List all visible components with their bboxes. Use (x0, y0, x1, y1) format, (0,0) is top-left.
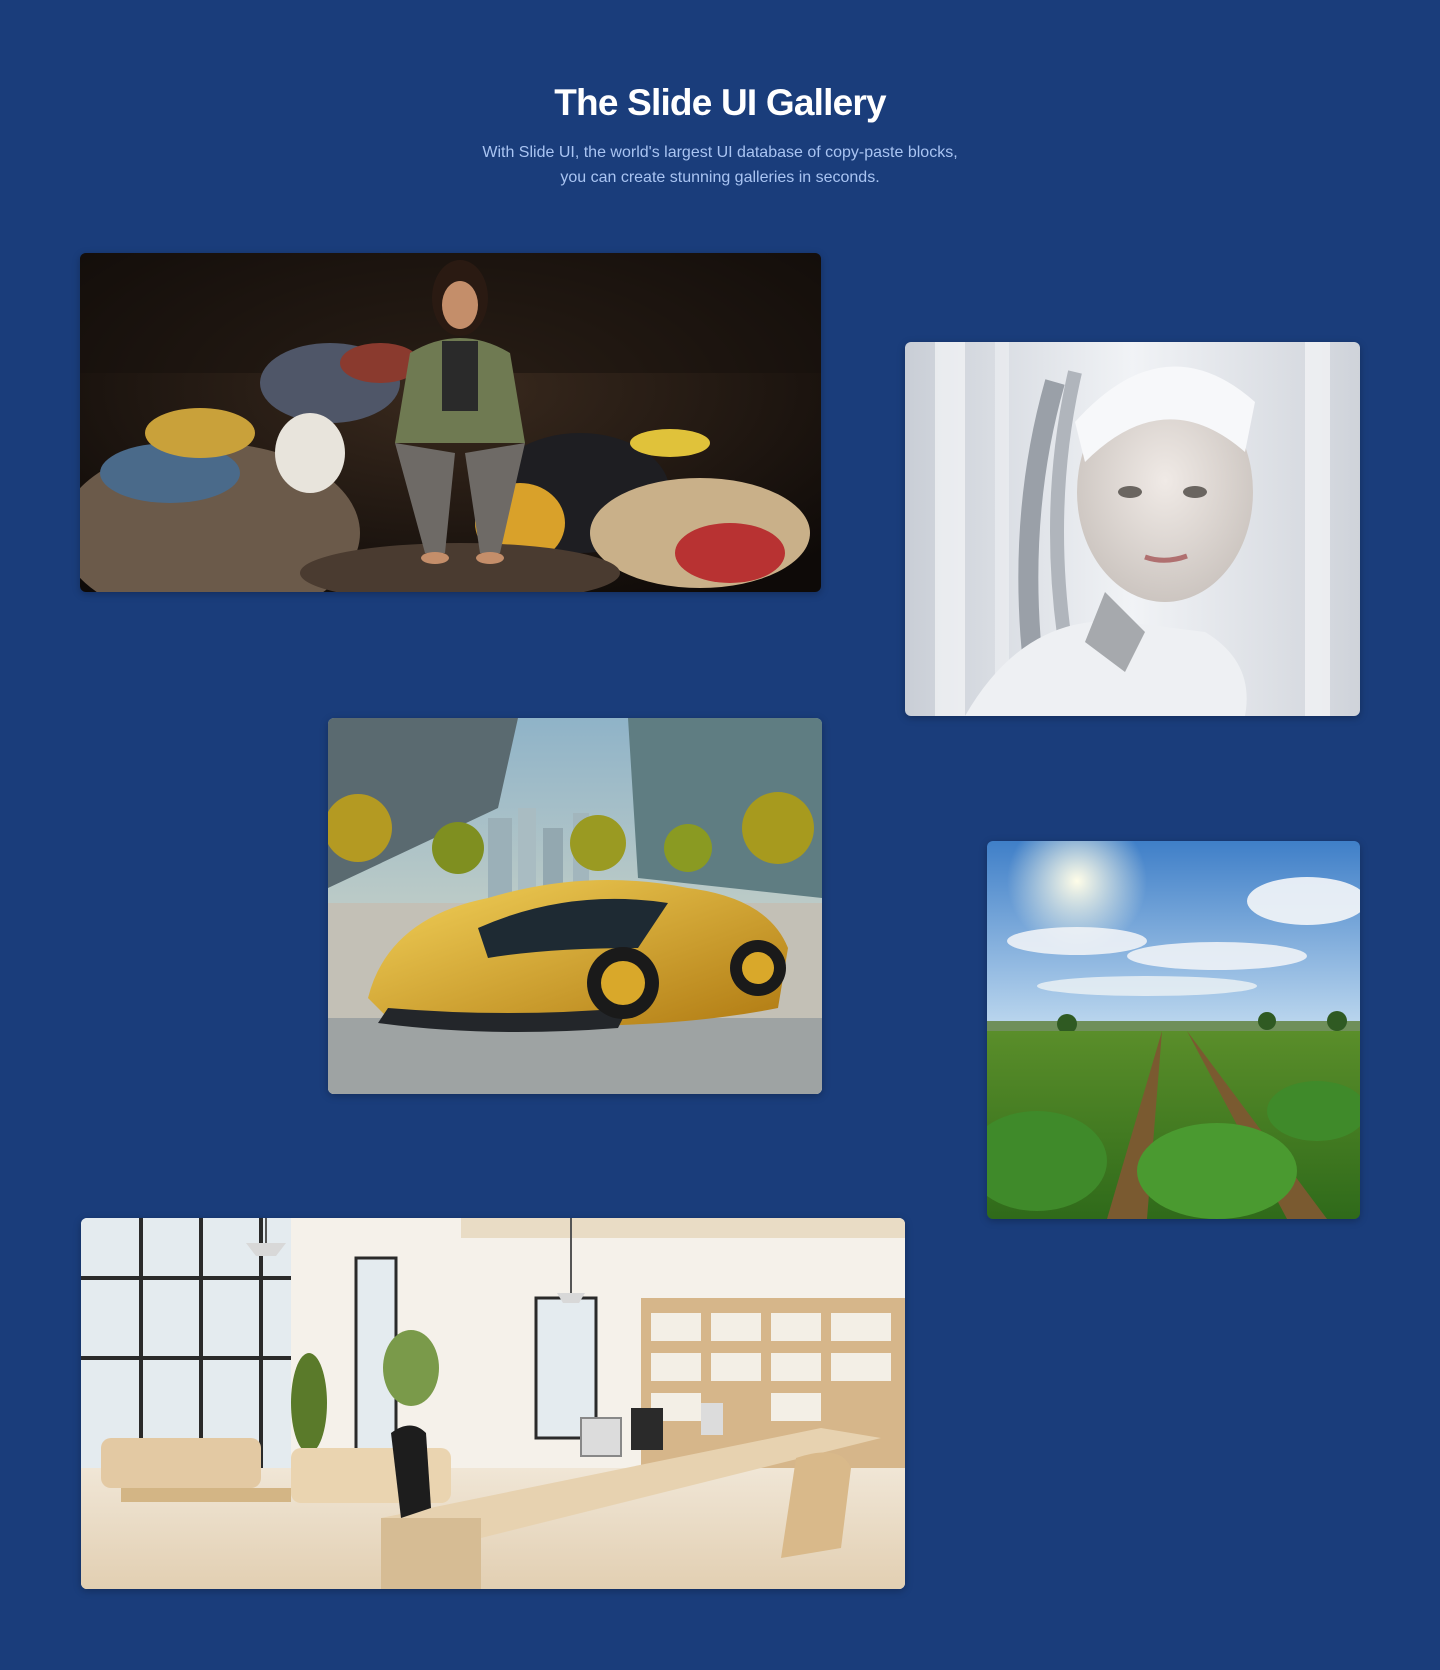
gallery-image-office[interactable] (81, 1218, 905, 1589)
clothes-photo-image (80, 253, 821, 592)
page-subtitle: With Slide UI, the world's largest UI da… (440, 140, 1000, 190)
field-photo-image (987, 841, 1360, 1219)
gallery-image-car[interactable] (328, 718, 822, 1094)
robot-photo-image (905, 342, 1360, 716)
gallery-image-clothes[interactable] (80, 253, 821, 592)
gallery-image-field[interactable] (987, 841, 1360, 1219)
gallery-image-robot[interactable] (905, 342, 1360, 716)
page-title: The Slide UI Gallery (554, 82, 886, 123)
subtitle-line-1: With Slide UI, the world's largest UI da… (482, 144, 958, 161)
subtitle-line-2: you can create stunning galleries in sec… (560, 169, 880, 186)
car-photo-image (328, 718, 822, 1094)
gallery-page: The Slide UI Gallery With Slide UI, the … (0, 0, 1440, 1670)
office-photo-image (81, 1218, 905, 1589)
